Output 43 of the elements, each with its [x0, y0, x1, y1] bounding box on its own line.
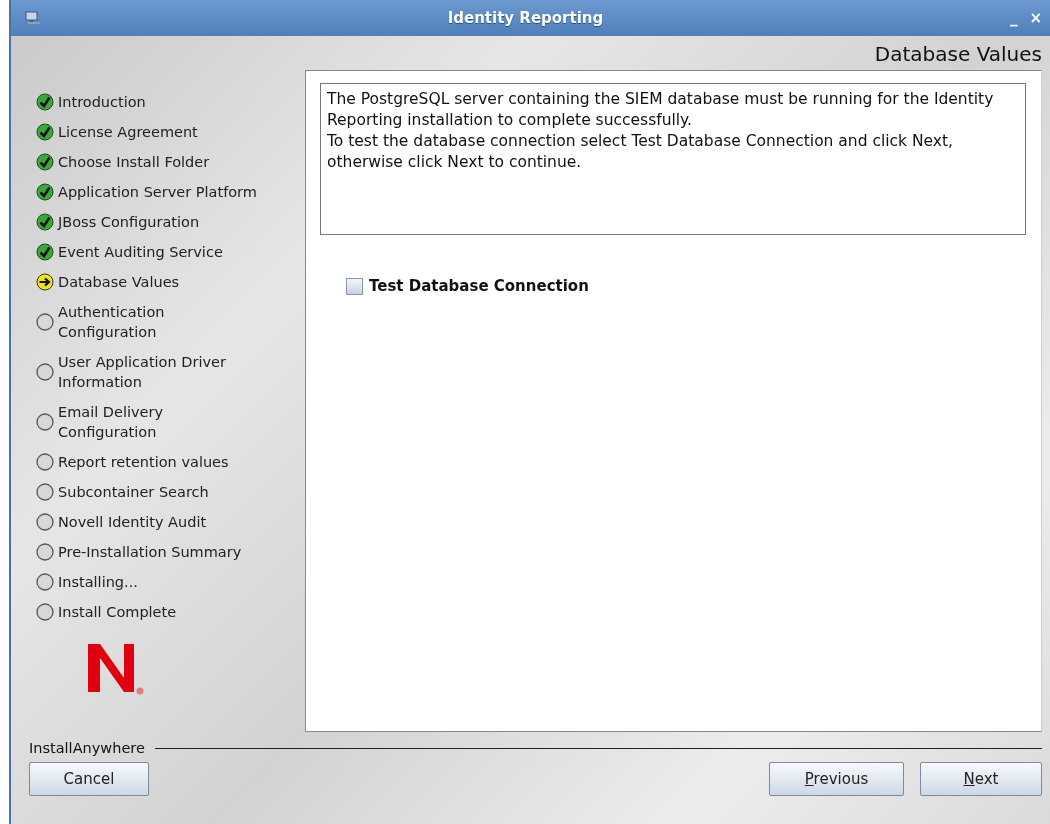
- empty-circle-icon: [36, 543, 54, 561]
- step-label: JBoss Configuration: [58, 213, 201, 232]
- step-label: Email Delivery Configuration: [58, 403, 165, 442]
- wizard-button[interactable]: Next: [920, 762, 1042, 796]
- checkbox-label[interactable]: Test Database Connection: [369, 277, 589, 295]
- empty-circle-icon: [36, 603, 54, 621]
- step-label: Report retention values: [58, 453, 230, 472]
- checkbox[interactable]: [346, 277, 363, 295]
- info-text-area: The PostgreSQL server containing the SIEM database must be running for the Identity Reporting installation to complete successfully. To test the database connection select Test Database Connection and click Next, otherwise click Next to continue.: [320, 83, 1026, 235]
- window-title: Identity Reporting: [446, 9, 605, 27]
- minimize-button[interactable]: _: [1009, 9, 1018, 27]
- arrow-circle-icon: [36, 273, 54, 291]
- check-circle-icon: [36, 213, 54, 231]
- brand-label: InstallAnywhere: [29, 740, 145, 756]
- step-label: User Application Driver Information: [58, 353, 227, 392]
- step-label: Application Server Platform: [58, 183, 258, 202]
- step-title: Database Values: [874, 42, 1042, 66]
- step-label: Introduction: [58, 93, 147, 112]
- empty-circle-icon: [36, 513, 54, 531]
- check-circle-icon: [36, 93, 54, 111]
- empty-circle-icon: [36, 483, 54, 501]
- step-label: Authentication Configuration: [58, 303, 166, 342]
- empty-circle-icon: [36, 573, 54, 591]
- step-label: Choose Install Folder: [58, 153, 211, 172]
- empty-circle-icon: [36, 453, 54, 471]
- empty-circle-icon: [36, 363, 54, 381]
- empty-circle-icon: [36, 413, 54, 431]
- step-label: Install Complete: [58, 603, 178, 622]
- step-label: Event Auditing Service: [58, 243, 224, 262]
- step-label: License Agreement: [58, 123, 199, 142]
- step-label: Novell Identity Audit: [58, 513, 208, 532]
- step-label: Subcontainer Search: [58, 483, 210, 502]
- check-circle-icon: [36, 153, 54, 171]
- step-label: Installing...: [58, 573, 139, 592]
- check-circle-icon: [36, 183, 54, 201]
- step-label: Database Values: [58, 273, 181, 292]
- check-circle-icon: [36, 243, 54, 261]
- wizard-button[interactable]: Previous: [769, 762, 904, 796]
- computer-icon: [25, 11, 41, 25]
- wizard-button[interactable]: Cancel: [29, 762, 149, 796]
- empty-circle-icon: [36, 313, 54, 331]
- check-circle-icon: [36, 123, 54, 141]
- step-label: Pre-Installation Summary: [58, 543, 243, 562]
